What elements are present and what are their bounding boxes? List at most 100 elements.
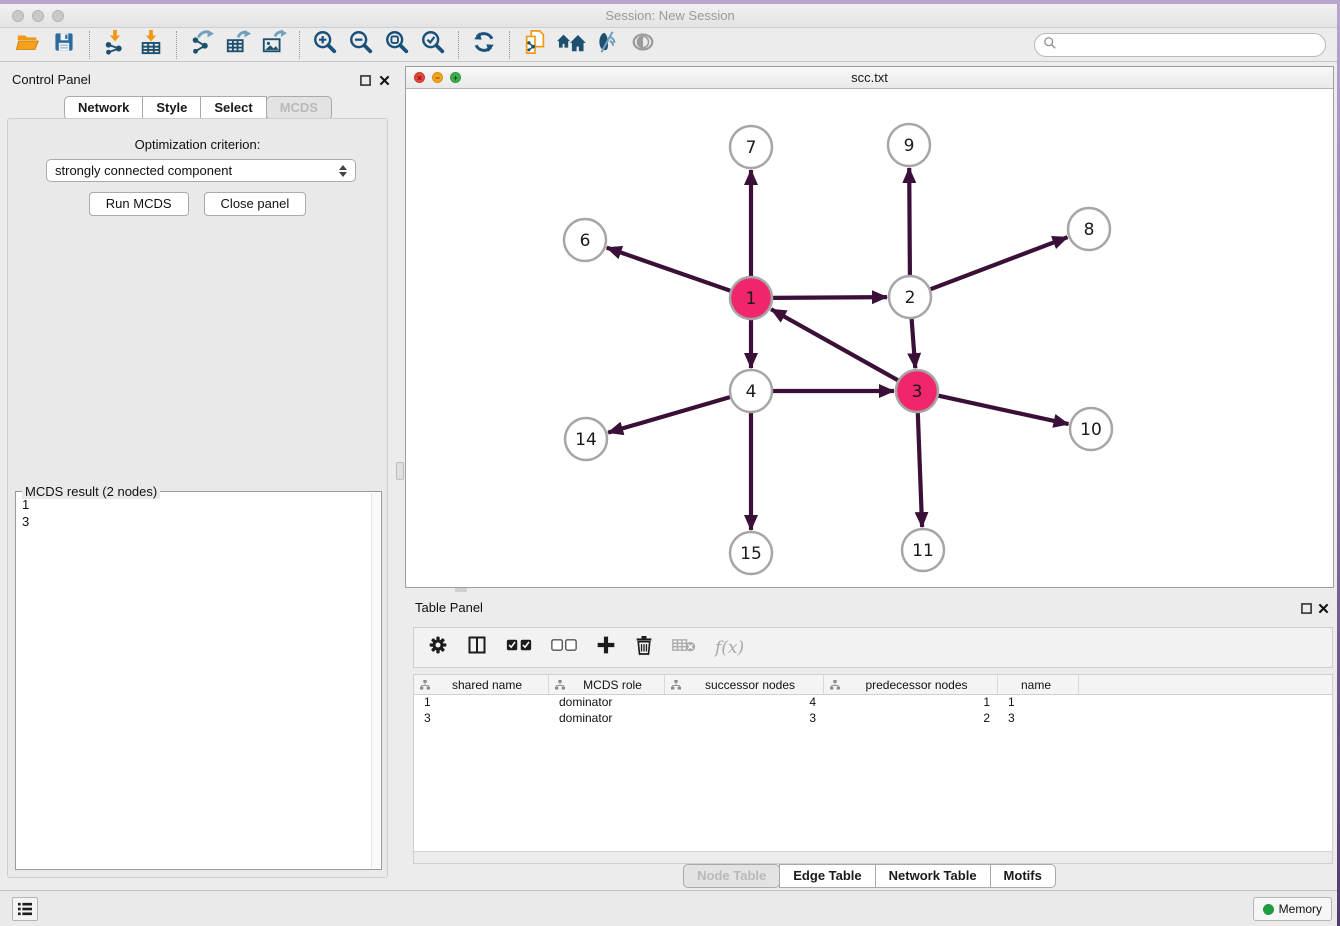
mcds-result-line: 3 [22,513,375,530]
zoom-out-button[interactable] [343,30,379,60]
search-icon [1043,36,1057,55]
tab-network[interactable]: Network [64,96,143,120]
vertical-splitter-handle[interactable] [396,462,404,480]
criterion-dropdown[interactable]: strongly connected component [46,159,356,182]
export-table-button[interactable] [220,30,256,60]
column-header-shared-name[interactable]: shared name [414,675,549,694]
table-panel-float-button[interactable] [1299,601,1313,615]
network-close-button[interactable]: × [414,72,425,83]
cell-successor-nodes: 3 [665,711,824,727]
run-mcds-button[interactable]: Run MCDS [89,192,189,216]
duplicate-network-button[interactable] [517,30,553,60]
refresh-icon [471,29,497,60]
column-header-successor-nodes[interactable]: successor nodes [665,675,824,694]
tab-node-table[interactable]: Node Table [683,864,780,888]
control-panel-title: Control Panel [12,72,91,87]
network-window-controls: × − + [414,72,461,83]
tab-mcds[interactable]: MCDS [266,96,332,120]
search-input[interactable] [1063,38,1317,53]
edge-3-10[interactable] [939,396,1069,424]
memory-status-icon [1263,904,1274,915]
delete-table-button[interactable] [672,637,696,658]
zoom-fit-button[interactable] [379,30,415,60]
export-network-button[interactable] [184,30,220,60]
node-label-10: 10 [1080,420,1102,440]
table-row[interactable]: 1 dominator 4 1 1 [414,695,1332,711]
export-image-button[interactable] [256,30,292,60]
network-window-titlebar[interactable]: × − + scc.txt [406,67,1333,89]
minimize-window-button[interactable] [32,10,44,22]
search-field[interactable] [1034,33,1326,57]
task-history-button[interactable] [12,897,38,921]
edge-4-14[interactable] [608,397,730,433]
edge-2-3[interactable] [912,319,916,368]
refresh-network-button[interactable] [466,30,502,60]
tab-edge-table[interactable]: Edge Table [779,864,875,888]
toolbar-separator [458,31,459,59]
table-settings-button[interactable] [428,635,448,660]
network-minimize-button[interactable]: − [432,72,443,83]
cell-shared-name: 3 [414,711,549,727]
control-panel-float-button[interactable] [358,73,372,87]
network-view-window: × − + scc.txt 7968124314101511 [405,66,1334,588]
edge-3-1[interactable] [771,309,898,380]
column-header-name[interactable]: name [998,675,1079,694]
node-label-4: 4 [746,382,757,402]
duplicate-network-icon [522,29,548,60]
add-row-button[interactable] [596,635,616,660]
export-network-icon [189,29,215,60]
delete-row-button[interactable] [635,635,653,660]
table-horizontal-scrollbar[interactable] [414,851,1332,863]
toggle-visibility-button[interactable] [625,30,661,60]
graphics-details-icon [594,29,620,60]
mcds-panel: Optimization criterion: strongly connect… [7,118,388,878]
import-network-button[interactable] [97,30,133,60]
horizontal-splitter-handle[interactable] [455,588,467,592]
table-header-row: shared name MCDS role successor nodes pr… [414,675,1332,695]
edge-3-11[interactable] [918,413,922,527]
open-session-button[interactable] [10,30,46,60]
network-overview-button[interactable] [553,30,589,60]
table-empty-area [414,727,1332,851]
memory-button[interactable]: Memory [1253,897,1332,921]
zoom-out-icon [348,29,374,60]
network-canvas[interactable]: 7968124314101511 [406,89,1333,587]
mcds-result-box: MCDS result (2 nodes) 1 3 [15,491,382,870]
stepper-arrows-icon [339,165,347,177]
edge-1-2[interactable] [773,297,887,298]
tab-network-table[interactable]: Network Table [875,864,991,888]
deselect-all-button[interactable] [551,638,577,657]
save-session-button[interactable] [46,30,82,60]
edge-2-8[interactable] [931,237,1068,289]
zoom-selected-button[interactable] [415,30,451,60]
zoom-window-button[interactable] [52,10,64,22]
table-panel-tabs: Node Table Edge Table Network Table Moti… [405,864,1334,888]
table-row[interactable]: 3 dominator 3 2 3 [414,711,1332,727]
edge-1-6[interactable] [607,248,731,291]
edge-2-9[interactable] [909,168,910,275]
column-header-mcds-role[interactable]: MCDS role [549,675,665,694]
network-window-title: scc.txt [406,67,1333,88]
tab-motifs[interactable]: Motifs [990,864,1056,888]
column-header-predecessor-nodes[interactable]: predecessor nodes [824,675,998,694]
close-panel-button[interactable]: Close panel [204,192,307,216]
show-graphics-details-button[interactable] [589,30,625,60]
network-maximize-button[interactable]: + [450,72,461,83]
table-panel-close-button[interactable] [1316,601,1330,615]
window-edge-top [0,0,1340,4]
node-label-15: 15 [740,544,762,564]
function-builder-button[interactable]: f(x) [715,638,744,658]
node-label-14: 14 [575,430,597,450]
tab-style[interactable]: Style [142,96,201,120]
toolbar-separator [509,31,510,59]
node-label-8: 8 [1084,220,1095,240]
zoom-in-button[interactable] [307,30,343,60]
result-scrollbar[interactable] [371,493,380,868]
select-all-button[interactable] [506,638,532,657]
control-panel-close-button[interactable] [377,73,391,87]
close-window-button[interactable] [12,10,24,22]
import-table-button[interactable] [133,30,169,60]
node-table: shared name MCDS role successor nodes pr… [413,674,1333,864]
tab-select[interactable]: Select [200,96,266,120]
show-columns-button[interactable] [467,635,487,660]
